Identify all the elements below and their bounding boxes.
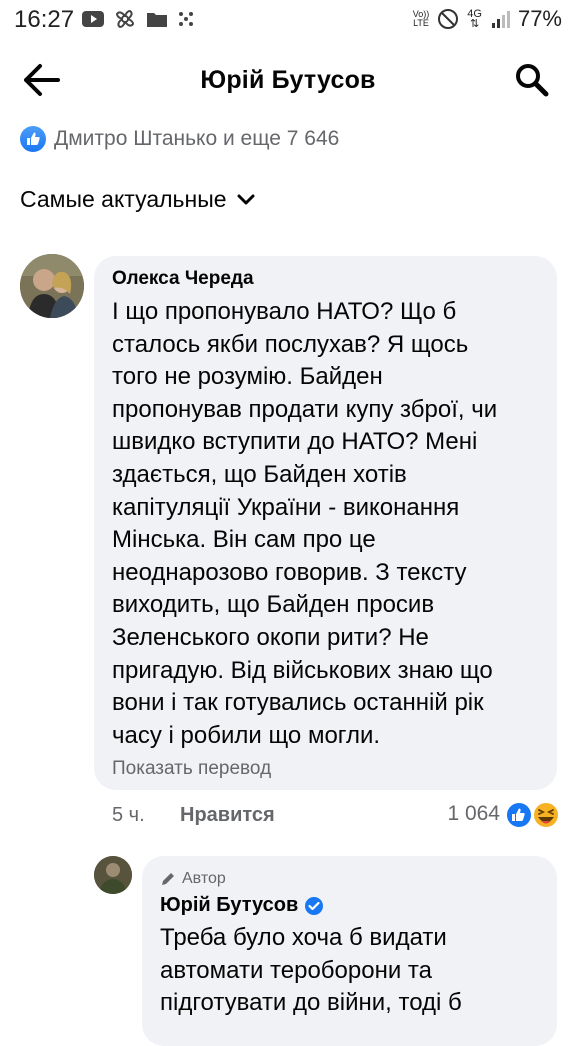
reply-author-row: Юрій Бутусов xyxy=(160,894,324,917)
reply-author[interactable]: Юрій Бутусов xyxy=(160,894,298,917)
status-time: 16:27 xyxy=(14,6,75,33)
comment-text: І що пропонувало НАТО? Що б сталось якби… xyxy=(112,298,498,749)
status-system-icons: Vo)) LTE 4G ⇅ 77% xyxy=(413,6,562,32)
like-icon xyxy=(20,126,46,152)
pencil-icon xyxy=(162,873,174,885)
search-button[interactable] xyxy=(514,62,550,98)
status-bar: 16:27 Vo)) LTE 4G ⇅ 77% xyxy=(0,0,576,40)
battery-level: 77% xyxy=(517,6,562,31)
comment-actions: 5 ч. Нравится 1 064 xyxy=(112,800,562,832)
comment-timestamp[interactable]: 5 ч. xyxy=(112,804,145,827)
sort-label: Самые актуальные xyxy=(20,186,227,212)
reactions-text: Дмитро Штанько и еще 7 646 xyxy=(54,127,340,150)
chevron-down-icon xyxy=(237,194,255,204)
verified-badge-icon xyxy=(305,896,324,915)
folder-icon xyxy=(147,13,167,27)
signal-icon xyxy=(491,11,510,28)
status-notification-icons xyxy=(82,8,194,30)
haha-icon xyxy=(532,801,560,829)
author-badge: Автор xyxy=(160,870,226,888)
like-icon xyxy=(505,801,533,829)
like-button[interactable]: Нравится xyxy=(180,804,275,827)
pinwheel-icon xyxy=(115,9,135,29)
comment-reaction-icons[interactable] xyxy=(504,800,562,830)
do-not-disturb-icon xyxy=(438,9,459,29)
data-arrows-icon: ⇅ xyxy=(470,18,480,30)
post-reactions-summary[interactable]: Дмитро Штанько и еще 7 646 xyxy=(20,124,339,154)
avatar[interactable] xyxy=(20,254,84,318)
reply-text: Треба було хоча б видати автомати теробо… xyxy=(160,924,462,1016)
top-app-bar: Юрій Бутусов xyxy=(0,48,576,112)
search-icon xyxy=(516,64,549,97)
reply-bubble[interactable]: Автор Юрій Бутусов Треба було хоча б вид… xyxy=(142,856,557,1046)
comment-sort-selector[interactable]: Самые актуальные xyxy=(20,186,255,213)
author-badge-label: Автор xyxy=(182,870,226,887)
comment-author[interactable]: Олекса Череда xyxy=(112,268,254,290)
page-title: Юрій Бутусов xyxy=(200,66,376,94)
volte-indicator: Vo)) LTE xyxy=(412,9,430,28)
reply-avatar[interactable] xyxy=(94,856,132,894)
network-type: 4G ⇅ xyxy=(467,9,482,30)
reaction-count[interactable]: 1 064 xyxy=(447,802,500,826)
dots-grid-icon xyxy=(179,12,193,26)
youtube-icon xyxy=(82,11,104,27)
see-translation-link[interactable]: Показать перевод xyxy=(112,758,271,780)
comment-bubble[interactable]: Олекса Череда І що пропонувало НАТО? Що … xyxy=(94,256,557,790)
